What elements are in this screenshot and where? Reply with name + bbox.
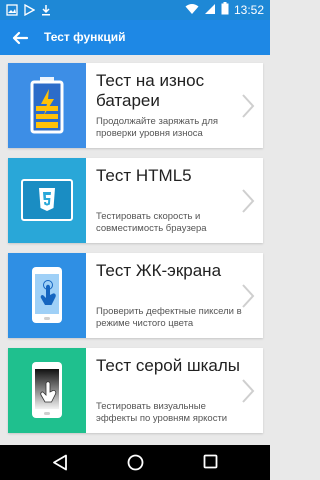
grayscale-phone-icon [32, 362, 62, 418]
card-title: Тест HTML5 [96, 166, 192, 185]
grayscale-thumbnail [8, 348, 86, 433]
lcd-screen-test-card[interactable]: Тест ЖК-экрана Проверить дефектные пиксе… [8, 253, 263, 338]
page-title: Тест функций [44, 30, 126, 44]
status-bar: 13:52 [0, 0, 270, 20]
card-description: Продолжайте заряжать для проверки уровня… [96, 116, 219, 139]
card-description: Тестировать визуальные эффекты по уровня… [96, 401, 228, 424]
html5-test-card[interactable]: Тест HTML5 Тестировать скорость и совмес… [8, 158, 263, 243]
html5-icon [21, 179, 73, 221]
chevron-right-icon [241, 93, 255, 124]
download-notification-icon [41, 3, 51, 21]
wifi-icon [185, 3, 199, 18]
back-triangle-icon[interactable] [52, 454, 68, 476]
card-title: Тест на износ батареи [96, 71, 205, 110]
card-description: Проверить дефектные пиксели в режиме чис… [96, 306, 242, 329]
back-arrow-icon[interactable] [10, 28, 30, 48]
battery-wear-test-card[interactable]: Тест на износ батареи Продолжайте заряжа… [8, 63, 263, 148]
signal-icon [204, 3, 216, 18]
grayscale-test-card[interactable]: Тест серой шкалы Тестировать визуальные … [8, 348, 263, 433]
card-title: Тест ЖК-экрана [96, 261, 222, 280]
function-test-list: Тест на износ батареи Продолжайте заряжа… [8, 63, 263, 443]
battery-icon [221, 2, 229, 18]
recents-square-icon[interactable] [203, 454, 218, 474]
lcd-thumbnail [8, 253, 86, 338]
clock: 13:52 [233, 3, 264, 17]
phone-touch-icon [32, 267, 62, 323]
chevron-right-icon [241, 283, 255, 314]
app-bar: Тест функций [0, 20, 270, 55]
image-notification-icon [6, 3, 18, 21]
home-circle-icon[interactable] [127, 454, 144, 476]
card-description: Тестировать скорость и совместимость бра… [96, 211, 207, 234]
battery-charging-icon [30, 77, 64, 134]
battery-thumbnail [8, 63, 86, 148]
play-store-notification-icon [24, 3, 36, 21]
chevron-right-icon [241, 378, 255, 409]
html5-thumbnail [8, 158, 86, 243]
system-navigation-bar [0, 445, 270, 480]
chevron-right-icon [241, 188, 255, 219]
card-title: Тест серой шкалы [96, 356, 241, 375]
